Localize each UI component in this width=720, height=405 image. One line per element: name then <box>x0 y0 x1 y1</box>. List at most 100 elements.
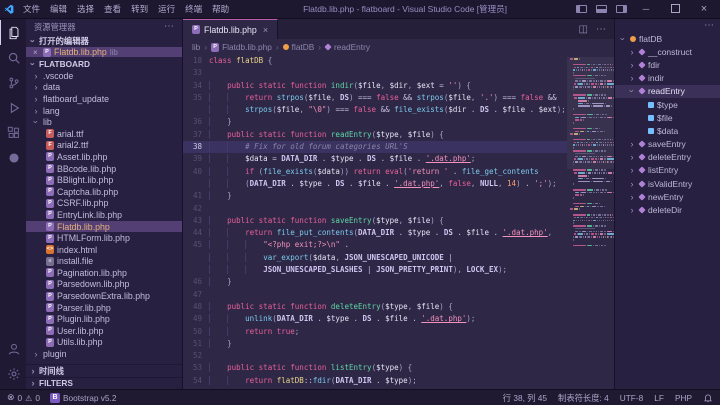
filters-section[interactable]: › FILTERS <box>26 377 182 390</box>
outline-item[interactable]: ›isValidEntry <box>615 177 720 190</box>
code-line[interactable]: 48 public static function deleteEntry($t… <box>183 301 614 313</box>
code-line[interactable]: 36 } <box>183 116 614 128</box>
code-line[interactable]: 49 unlink(DATA_DIR . $type . DS . $file … <box>183 313 614 325</box>
close-editor-icon[interactable]: × <box>33 48 40 57</box>
outline-item[interactable]: $data <box>615 124 720 137</box>
tab-size-status[interactable]: 制表符长度: 4 <box>558 392 609 404</box>
code-line[interactable]: 43 public static function saveEntry($typ… <box>183 215 614 227</box>
file-item[interactable]: ≡install.file <box>26 256 182 268</box>
folder-root-section[interactable]: › FLATBOARD <box>26 57 182 70</box>
explorer-icon[interactable] <box>0 20 26 45</box>
menu-item[interactable]: 编辑 <box>45 0 72 18</box>
problems-status[interactable]: 0 0 <box>7 392 40 403</box>
file-item[interactable]: PCSRF.lib.php <box>26 198 182 210</box>
file-item[interactable]: PPlugin.lib.php <box>26 313 182 325</box>
code-line[interactable]: 53 public static function listEntry($typ… <box>183 362 614 374</box>
bootstrap-status[interactable]: Bootstrap v5.2 <box>50 393 117 403</box>
outline-item[interactable]: ›listEntry <box>615 164 720 177</box>
menu-item[interactable]: 查看 <box>99 0 126 18</box>
folder-item[interactable]: ›lib <box>26 116 182 128</box>
eol-status[interactable]: LF <box>654 393 664 403</box>
code-line[interactable]: 37 public static function readEntry($typ… <box>183 129 614 141</box>
timeline-section[interactable]: › 时间线 <box>26 364 182 377</box>
code-line[interactable]: 34 public static function indir($file, $… <box>183 80 614 92</box>
code-line[interactable]: 50 return true; <box>183 326 614 338</box>
file-item[interactable]: PUtils.lib.php <box>26 337 182 349</box>
menu-item[interactable]: 选择 <box>72 0 99 18</box>
code-line[interactable]: 54 return flatDB::fdir(DATA_DIR . $type)… <box>183 375 614 387</box>
toggle-sidebar-icon[interactable] <box>576 5 587 13</box>
folder-item[interactable]: ›plugin <box>26 348 182 360</box>
explorer-more-actions-icon[interactable] <box>164 21 174 32</box>
minimap[interactable] <box>567 55 614 389</box>
file-item[interactable]: Farial.ttf <box>26 128 182 140</box>
folder-item[interactable]: ›.vscode <box>26 70 182 82</box>
tab-flatdb[interactable]: P Flatdb.lib.php <box>183 19 278 39</box>
language-mode-status[interactable]: PHP <box>675 393 692 403</box>
code-line[interactable]: 47 <box>183 289 614 301</box>
breadcrumb-item[interactable]: readEntry <box>325 42 370 52</box>
file-item[interactable]: PHTMLForm.lib.php <box>26 232 182 244</box>
file-item[interactable]: PCaptcha.lib.php <box>26 186 182 198</box>
code-line[interactable]: (DATA_DIR . $type . DS . $file . '.dat.p… <box>183 178 614 190</box>
code-line[interactable]: 38 # Fix for old forum categories URL'S <box>183 141 614 153</box>
menu-item[interactable]: 转到 <box>126 0 153 18</box>
folder-item[interactable]: ›flatboard_update <box>26 93 182 105</box>
code-line[interactable]: 33 <box>183 67 614 79</box>
file-item[interactable]: PAsset.lib.php <box>26 151 182 163</box>
code-editor[interactable]: 18class flatDB {3334 public static funct… <box>183 55 614 389</box>
code-line[interactable]: JSON_UNESCAPED_SLASHES | JSON_PRETTY_PRI… <box>183 264 614 276</box>
cursor-position-status[interactable]: 行 38, 列 45 <box>503 392 547 404</box>
breadcrumb-item[interactable]: P Flatdb.lib.php <box>211 42 272 52</box>
code-line[interactable]: 42 <box>183 203 614 215</box>
breadcrumb-item[interactable]: lib <box>192 42 200 52</box>
minimize-button[interactable] <box>636 4 656 14</box>
open-editor-item[interactable]: ×PFlatdb.lib.phplib <box>26 47 182 57</box>
encoding-status[interactable]: UTF-8 <box>620 393 644 403</box>
run-debug-icon[interactable] <box>0 95 26 120</box>
maximize-button[interactable] <box>665 4 685 15</box>
code-line[interactable]: 40 if (file_exists($data)) return eval('… <box>183 166 614 178</box>
file-item[interactable]: <>index.html <box>26 244 182 256</box>
code-line[interactable]: 35 return strpos($file, DS) === false &&… <box>183 92 614 104</box>
outline-item[interactable]: ›deleteDir <box>615 203 720 216</box>
breadcrumb-item[interactable]: flatDB <box>283 42 315 52</box>
file-item[interactable]: PPagination.lib.php <box>26 267 182 279</box>
code-line[interactable]: 46 } <box>183 276 614 288</box>
menu-item[interactable]: 文件 <box>18 0 45 18</box>
code-line[interactable]: 41 } <box>183 190 614 202</box>
search-icon[interactable] <box>0 45 26 70</box>
outline-item[interactable]: ›newEntry <box>615 190 720 203</box>
code-line[interactable]: 51 } <box>183 338 614 350</box>
menu-item[interactable]: 运行 <box>153 0 180 18</box>
file-item[interactable]: PParser.lib.php <box>26 302 182 314</box>
file-item[interactable]: PBBlight.lib.php <box>26 174 182 186</box>
outline-item[interactable]: ›fdir <box>615 58 720 71</box>
file-item[interactable]: PUser.lib.php <box>26 325 182 337</box>
close-tab-icon[interactable] <box>261 25 268 35</box>
code-line[interactable]: 52 <box>183 350 614 362</box>
source-control-icon[interactable] <box>0 70 26 95</box>
file-item[interactable]: PParsedownExtra.lib.php <box>26 290 182 302</box>
editor-more-actions-icon[interactable] <box>596 24 606 35</box>
file-item[interactable]: PEntryLink.lib.php <box>26 209 182 221</box>
open-editors-section[interactable]: › 打开的编辑器 <box>26 34 182 47</box>
outline-item[interactable]: ›saveEntry <box>615 138 720 151</box>
outline-root[interactable]: › flatDB <box>615 32 720 45</box>
toggle-panel-icon[interactable] <box>596 5 607 13</box>
folder-item[interactable]: ›data <box>26 82 182 94</box>
file-item[interactable]: PBBcode.lib.php <box>26 163 182 175</box>
code-line[interactable]: strpos($file, "\0") === false && file_ex… <box>183 104 614 116</box>
outline-item[interactable]: $type <box>615 98 720 111</box>
outline-item[interactable]: ›readEntry <box>615 85 720 98</box>
settings-icon[interactable] <box>0 361 26 386</box>
code-line[interactable]: 39 $data = DATA_DIR . $type . DS . $file… <box>183 153 614 165</box>
outline-item[interactable]: ›__construct <box>615 45 720 58</box>
outline-more-actions-icon[interactable] <box>704 20 714 31</box>
outline-item[interactable]: ›deleteEntry <box>615 151 720 164</box>
file-item[interactable]: PParsedown.lib.php <box>26 279 182 291</box>
menu-item[interactable]: 帮助 <box>207 0 234 18</box>
outline-item[interactable]: ›indir <box>615 72 720 85</box>
folder-item[interactable]: ›lang <box>26 105 182 117</box>
file-item[interactable]: PFlatdb.lib.php <box>26 221 182 233</box>
